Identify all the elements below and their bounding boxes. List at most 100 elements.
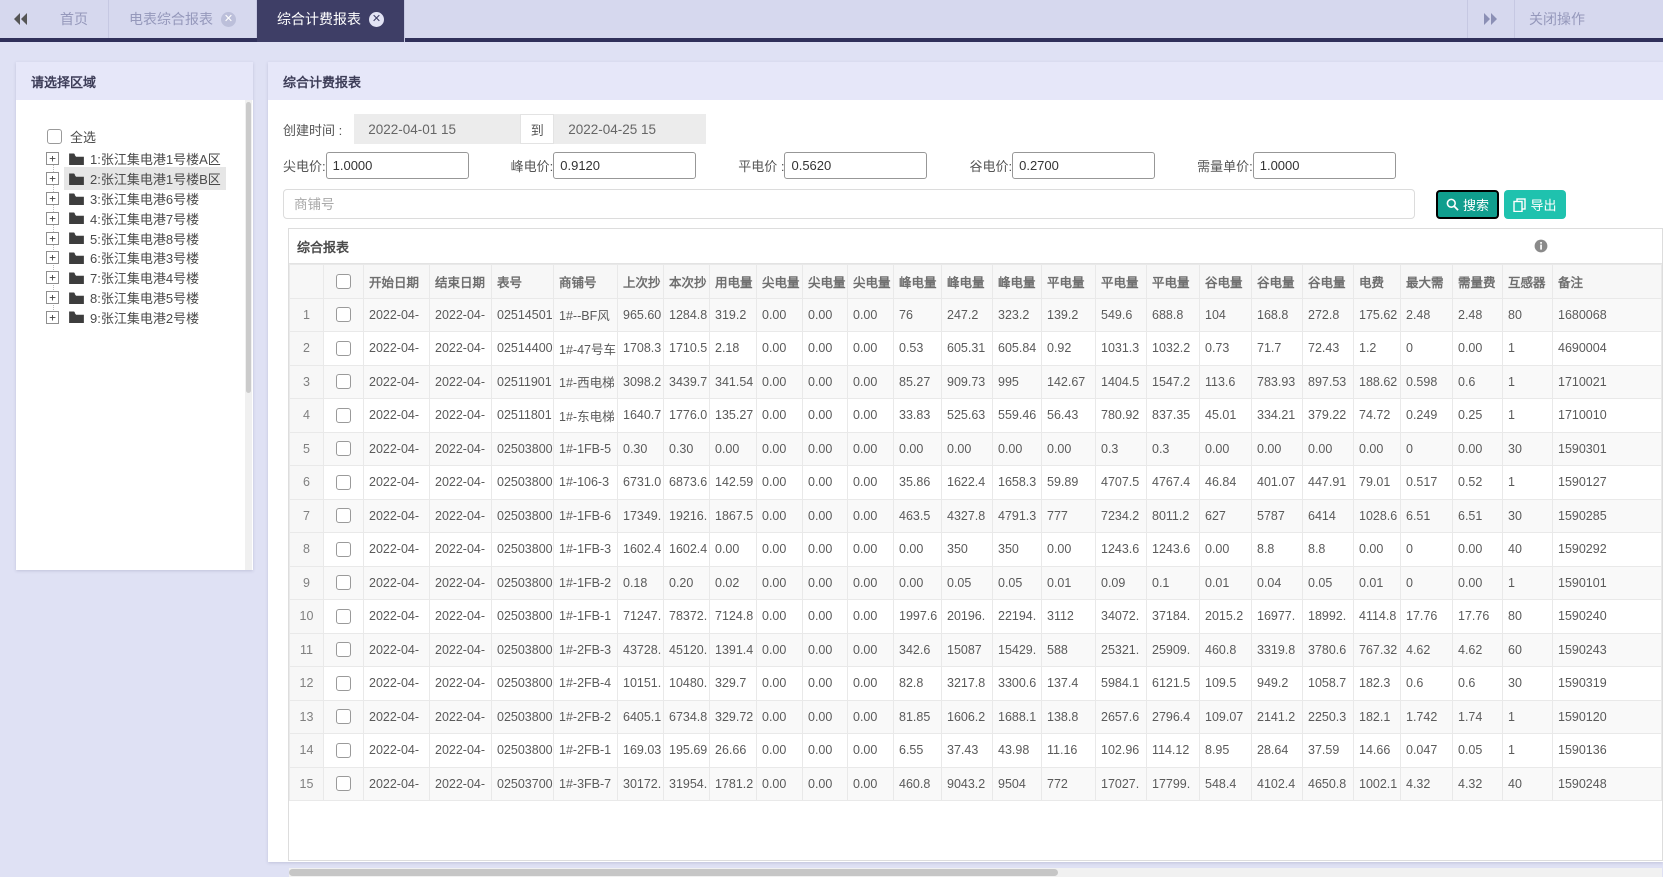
close-operations-menu[interactable]: 关闭操作 [1515, 0, 1663, 38]
tree-item-area[interactable]: +9:张江集电港2号楼 [46, 307, 204, 327]
rewind-tabs-icon[interactable] [0, 0, 40, 38]
row-checkbox[interactable] [336, 642, 351, 658]
cell: 0.00 [893, 532, 942, 567]
tree-item-area[interactable]: +7:张江集电港4号楼 [46, 268, 204, 288]
info-icon[interactable] [1534, 239, 1548, 253]
table-row: 9 2022-04- 2022-04- 02503800 1#-1FB-2 0.18 0.2… [289, 565, 1662, 600]
cell: 2022-04- [429, 364, 492, 399]
expand-plus-icon[interactable]: + [46, 211, 59, 225]
row-checkbox[interactable] [336, 508, 351, 524]
expand-plus-icon[interactable]: + [46, 191, 59, 205]
row-checkbox[interactable] [336, 407, 351, 423]
tab-meter-report[interactable]: 电表综合报表 ✕ [109, 0, 257, 38]
billing-report-panel: 综合计费报表 创建时间 : 到 尖电价: 峰电价: 平电价 : 谷电价: 需量单价: 搜… [268, 62, 1663, 877]
expand-plus-icon[interactable]: + [46, 172, 59, 186]
search-button[interactable]: 搜索 [1436, 190, 1499, 219]
row-checkbox[interactable] [336, 441, 351, 457]
tree-item-area[interactable]: +8:张江集电港5号楼 [46, 288, 204, 308]
price-input[interactable] [553, 151, 697, 179]
expand-plus-icon[interactable]: + [46, 290, 59, 304]
select-all-rows-checkbox[interactable] [336, 273, 351, 289]
price-input[interactable] [1252, 151, 1396, 179]
row-checkbox[interactable] [336, 374, 351, 390]
row-checkbox[interactable] [336, 307, 351, 323]
sidebar-scrollbar[interactable] [245, 100, 252, 570]
row-checkbox[interactable] [336, 675, 351, 691]
price-label: 需量单价: [1197, 158, 1253, 174]
select-all-row[interactable]: 全选 [47, 127, 96, 146]
row-number: 2 [289, 331, 324, 366]
shop-no-input[interactable] [283, 189, 1415, 219]
row-checkbox[interactable] [336, 608, 351, 624]
price-filter: 平电价 : [738, 151, 928, 179]
forward-tabs-icon[interactable] [1467, 0, 1515, 38]
tree-item-area[interactable]: +3:张江集电港6号楼 [46, 189, 204, 209]
date-to-input[interactable] [554, 114, 707, 144]
cell: 2022-04- [363, 465, 430, 500]
cell: 182.1 [1353, 699, 1401, 734]
expand-plus-icon[interactable]: + [46, 152, 59, 166]
cell: 0.00 [1353, 532, 1401, 567]
cell: 35.86 [893, 465, 942, 500]
report-table-box: 综合报表 开始日期 结束日期 表号 商铺号 上次抄 本次抄 用电量 尖电量 尖电量 尖电量 峰电量峰… [288, 228, 1663, 861]
row-checkbox[interactable] [336, 575, 351, 591]
cell: 0.00 [756, 331, 803, 366]
table-horizontal-scrollbar[interactable] [289, 868, 1662, 877]
row-checkbox[interactable] [336, 776, 351, 792]
cell: 0.53 [893, 331, 942, 366]
cell: 329.7 [709, 666, 757, 701]
sidebar-scrollbar-thumb[interactable] [246, 102, 251, 394]
close-tab-icon[interactable]: ✕ [221, 11, 236, 27]
cell: 30 [1502, 666, 1553, 701]
row-checkbox[interactable] [336, 742, 351, 758]
column-header: 上次抄 [617, 264, 664, 299]
select-all-checkbox[interactable] [47, 129, 62, 144]
cell: 1#-1FB-6 [553, 498, 618, 533]
price-input[interactable] [1012, 151, 1156, 179]
folder-icon [69, 232, 84, 245]
cell: 0 [1400, 431, 1453, 466]
cell: 02503800 [491, 699, 554, 734]
cell: 329.72 [709, 699, 757, 734]
table-scrollbar-thumb[interactable] [289, 869, 1058, 876]
cell: 3319.8 [1251, 632, 1303, 667]
cell: 401.07 [1251, 465, 1303, 500]
cell: 0.00 [1452, 532, 1503, 567]
tree-item-area[interactable]: +5:张江集电港8号楼 [46, 228, 204, 248]
row-checkbox[interactable] [336, 541, 351, 557]
cell: 588 [1041, 632, 1096, 667]
tree-item-area[interactable]: +6:张江集电港3号楼 [46, 248, 204, 268]
cell: 1590292 [1552, 532, 1662, 567]
cell: 02503800 [491, 565, 554, 600]
cell: 0.01 [1199, 565, 1252, 600]
price-filter: 需量单价: [1197, 151, 1396, 179]
date-from-input[interactable] [354, 114, 521, 144]
tree-item-area[interactable]: +2:张江集电港1号楼B区 [46, 167, 226, 191]
expand-plus-icon[interactable]: + [46, 271, 59, 285]
tab-home[interactable]: 首页 [40, 0, 109, 38]
row-number: 4 [289, 398, 324, 433]
export-button[interactable]: 导出 [1504, 190, 1566, 219]
cell: 447.91 [1302, 465, 1354, 500]
tab-billing-report[interactable]: 综合计费报表 ✕ [257, 0, 405, 42]
cell: 2796.4 [1146, 699, 1200, 734]
cell: 0 [1400, 565, 1453, 600]
cell: 1032.2 [1146, 331, 1200, 366]
expand-plus-icon[interactable]: + [46, 251, 59, 265]
expand-plus-icon[interactable]: + [46, 310, 59, 324]
cell: 1284.8 [663, 297, 710, 332]
cell: 10151. [617, 666, 664, 701]
cell: 17349. [617, 498, 664, 533]
cell: 1776.0 [663, 398, 710, 433]
cell: 4690004 [1552, 331, 1662, 366]
tree-item-area[interactable]: +1:张江集电港1号楼A区 [46, 149, 226, 169]
price-input[interactable] [325, 151, 469, 179]
row-checkbox[interactable] [336, 474, 351, 490]
price-input[interactable] [784, 151, 928, 179]
close-tab-icon[interactable]: ✕ [369, 11, 384, 27]
cell: 6405.1 [617, 699, 664, 734]
row-checkbox[interactable] [336, 709, 351, 725]
expand-plus-icon[interactable]: + [46, 231, 59, 245]
tree-item-area[interactable]: +4:张江集电港7号楼 [46, 208, 204, 228]
row-checkbox[interactable] [336, 340, 351, 356]
